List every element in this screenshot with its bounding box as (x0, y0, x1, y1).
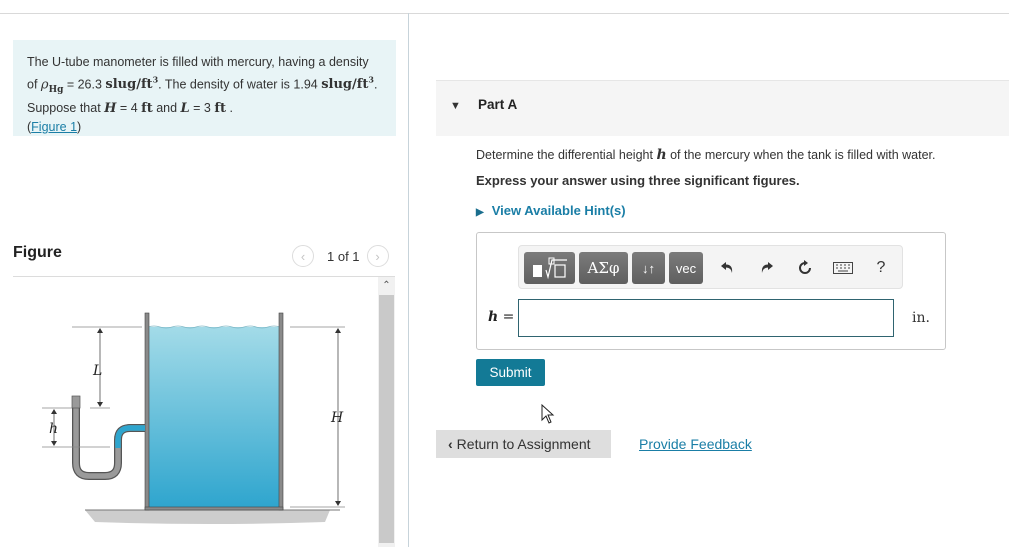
chevron-left-icon: ‹ (300, 248, 306, 264)
help-button[interactable]: ? (867, 252, 895, 284)
ground (85, 510, 330, 524)
problem-text: = 26.3 (63, 77, 106, 92)
manometer-diagram: L H h (42, 312, 345, 524)
figure-rule (13, 276, 395, 277)
problem-text: . The density of water is 1.94 (158, 77, 322, 92)
templates-button[interactable] (524, 252, 575, 284)
scroll-up-arrow-icon[interactable]: ⌃ (378, 277, 395, 294)
problem-text: . (225, 100, 233, 115)
paren: ) (77, 119, 82, 134)
problem-text: and (152, 100, 181, 115)
unit-text: slug/ft (321, 77, 369, 93)
reset-icon[interactable] (791, 252, 819, 284)
pane-divider (408, 13, 409, 547)
header-rule (0, 13, 1009, 14)
var-L: L (180, 100, 190, 116)
unit-slug: slug/ft3 (321, 75, 374, 93)
hints-label: View Available Hint(s) (491, 203, 626, 218)
label-L: L (92, 363, 102, 379)
part-title: Part A (478, 97, 518, 112)
rho-symbol: ρ (40, 77, 49, 93)
question-text-part: of the mercury when the tank is filled w… (666, 148, 936, 162)
question-text: Determine the differential height h of t… (476, 147, 936, 163)
equals-sign: = (498, 309, 515, 325)
manometer-tube (72, 397, 145, 480)
mouse-cursor-icon (541, 404, 555, 424)
unit-text: slug/ft (105, 77, 153, 93)
unit-ft: ft (214, 100, 226, 116)
tube-top (71, 395, 81, 409)
redo-icon[interactable] (752, 252, 780, 284)
math-toolbar: ΑΣφ ↓↑ vec ? (518, 245, 903, 289)
return-to-assignment-button[interactable]: ‹ Return to Assignment (436, 430, 611, 458)
scrollbar-thumb[interactable] (379, 295, 394, 543)
next-figure-button[interactable]: › (366, 245, 389, 267)
var-h: h (656, 147, 667, 163)
answer-unit: in. (912, 310, 930, 326)
prev-figure-button[interactable]: ‹ (292, 245, 314, 267)
chevron-right-icon: › (375, 248, 380, 264)
answer-variable-label: h = (488, 309, 514, 325)
expand-triangle-icon: ▶ (476, 207, 484, 218)
figure-scrollbar[interactable]: ⌃ (378, 277, 395, 547)
undo-icon[interactable] (714, 252, 742, 284)
answer-input[interactable] (518, 299, 894, 337)
figure-page-count: 1 of 1 (327, 248, 360, 264)
water (148, 327, 280, 508)
tank-bottom (144, 506, 284, 511)
keyboard-icon[interactable] (829, 252, 857, 284)
figure-pager: ‹ 1 of 1 › (292, 244, 389, 268)
tank-left-wall (144, 312, 150, 511)
view-hints-toggle[interactable]: ▶ View Available Hint(s) (476, 203, 626, 218)
chevron-left-icon: ‹ (448, 436, 453, 452)
return-label: Return to Assignment (456, 436, 591, 452)
unit-ft: ft (141, 100, 153, 116)
templates-icon (532, 257, 567, 280)
instruction-text: Express your answer using three signific… (476, 173, 800, 188)
provide-feedback-link[interactable]: Provide Feedback (639, 436, 752, 452)
arrows-button[interactable]: ↓↑ (632, 252, 665, 284)
question-text-part: Determine the differential height (476, 148, 657, 162)
submit-button[interactable]: Submit (476, 359, 545, 386)
vector-button[interactable]: vec (669, 252, 703, 284)
part-a-header[interactable]: ▼ Part A (436, 80, 1009, 136)
problem-text: = 3 (189, 100, 215, 115)
answer-var: h (488, 309, 499, 325)
figure-link[interactable]: Figure 1 (31, 120, 77, 134)
problem-statement: The U-tube manometer is filled with merc… (13, 40, 396, 136)
unit-slug: slug/ft3 (105, 75, 158, 93)
tank-right-wall (278, 312, 284, 511)
answer-box: ΑΣφ ↓↑ vec ? h = in. (476, 232, 946, 350)
var-H: H (104, 100, 117, 116)
figure-title: Figure (13, 244, 62, 261)
label-H: H (330, 410, 344, 426)
collapse-caret-icon[interactable]: ▼ (450, 100, 461, 112)
label-h: h (49, 421, 58, 437)
greek-symbols-button[interactable]: ΑΣφ (579, 252, 628, 284)
problem-text: = 4 (116, 100, 142, 115)
rho-subscript: Hg (48, 84, 64, 95)
